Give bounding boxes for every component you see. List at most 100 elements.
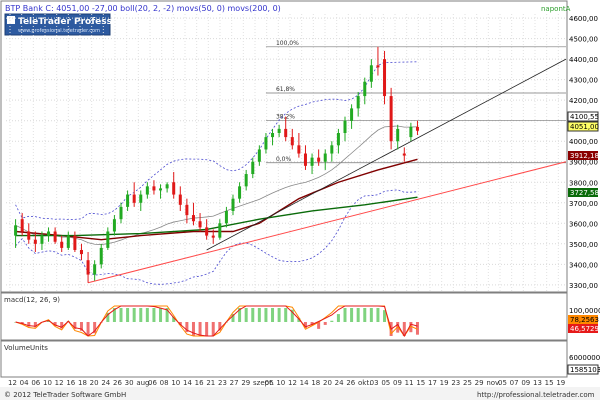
x-tick-label: 21: [206, 379, 215, 387]
candle-body: [106, 231, 110, 248]
x-tick-label: 29: [475, 379, 484, 387]
candle-body: [126, 194, 130, 207]
candle-body: [409, 126, 413, 138]
macd-histogram-bar: [363, 308, 367, 322]
candle-body: [389, 96, 393, 142]
candle-body: [205, 227, 209, 236]
x-tick-label: 03: [370, 379, 379, 387]
x-tick-label: 09: [521, 379, 530, 387]
candle-body: [99, 247, 103, 265]
y-tick-label: 3400,00: [569, 261, 598, 269]
x-tick-label: 10: [276, 379, 285, 387]
x-tick-label: 26: [113, 379, 122, 387]
macd-histogram-bar: [356, 308, 360, 322]
x-tick-label: 30: [125, 379, 134, 387]
candle-body: [218, 223, 222, 238]
macd-histogram-bar: [119, 308, 123, 322]
candle-body: [297, 145, 301, 154]
svg-text:TeleTrader Professional: TeleTrader Professional: [18, 17, 137, 27]
x-tick-label: 19: [556, 379, 565, 387]
candle-body: [159, 188, 163, 191]
x-tick-label: 04: [20, 379, 29, 387]
x-tick-label: 16: [195, 379, 204, 387]
x-tick-label: 06: [31, 379, 40, 387]
candle-body: [33, 239, 37, 244]
x-tick-label: 13: [533, 379, 542, 387]
y-tick-label: 4300,00: [569, 77, 598, 85]
candle-body: [224, 210, 228, 224]
macd-histogram-bar: [257, 308, 261, 322]
candle-body: [47, 231, 51, 236]
macd-histogram-bar: [159, 308, 163, 322]
macd-histogram-bar: [343, 308, 347, 322]
y-tick-label: 3700,00: [569, 200, 598, 208]
candle-body: [132, 194, 136, 203]
x-tick-label: 12: [8, 379, 17, 387]
y-tick-label: 4500,00: [569, 36, 598, 44]
x-tick-label: 19: [440, 379, 449, 387]
footer-url: http://professional.teletrader.com: [477, 391, 595, 399]
macd-histogram-bar: [198, 322, 202, 336]
x-tick-label: 15: [416, 379, 425, 387]
candle-body: [415, 126, 419, 131]
macd-histogram-bar: [86, 322, 90, 336]
macd-histogram-bar: [336, 314, 340, 322]
candle-body: [363, 81, 367, 97]
volume-last: 1585103: [570, 366, 600, 374]
x-tick-label: 15: [545, 379, 554, 387]
x-tick-label: 18: [78, 379, 87, 387]
y-tick-label: 3500,00: [569, 241, 598, 249]
candle-body: [310, 157, 314, 166]
candle-body: [264, 137, 268, 150]
fib-label: 0,0%: [276, 156, 292, 163]
candle-body: [53, 231, 57, 242]
candle-body: [93, 264, 97, 275]
candle-body: [323, 153, 327, 162]
macd-histogram-bar: [205, 322, 209, 336]
candle-body: [139, 194, 143, 203]
x-tick-label: 12: [55, 379, 64, 387]
x-tick-label: 10: [171, 379, 180, 387]
candle-body: [376, 65, 380, 68]
candle-body: [27, 231, 31, 240]
ma200-tag: 3727,58: [570, 189, 599, 197]
x-tick-label: 26: [346, 379, 355, 387]
macd-histogram-bar: [264, 308, 268, 322]
candle-body: [244, 174, 248, 187]
candle-body: [152, 186, 156, 191]
candle-body: [165, 184, 169, 189]
x-tick-label: 17: [428, 379, 437, 387]
candle-body: [257, 149, 261, 162]
x-tick-label: 23: [451, 379, 460, 387]
candle-body: [317, 157, 321, 162]
x-tick-label: 20: [90, 379, 99, 387]
candle-body: [198, 221, 202, 228]
x-tick-label: 07: [510, 379, 519, 387]
fib-label: 61,8%: [276, 86, 295, 93]
macd-histogram-bar: [330, 320, 334, 322]
candle-body: [86, 260, 90, 275]
candle-body: [185, 204, 189, 216]
x-tick-label: 12: [288, 379, 297, 387]
svg-text:www.professional.teletrader.co: www.professional.teletrader.com: [18, 28, 100, 34]
x-tick-label: 16: [66, 379, 75, 387]
x-tick-label: 11: [405, 379, 414, 387]
candle-body: [20, 219, 24, 232]
candle-body: [356, 96, 360, 109]
last-price-box: 4100,55: [570, 113, 599, 121]
ma50-tag: 3912,18: [570, 152, 599, 160]
fib-label: 100,0%: [276, 40, 299, 47]
candle-body: [251, 161, 255, 175]
candle-body: [73, 235, 77, 250]
x-tick-label: 14: [183, 379, 192, 387]
x-tick-label: 27: [230, 379, 239, 387]
macd-histogram-bar: [139, 308, 143, 322]
macd-histogram-bar: [132, 308, 136, 322]
candle-body: [277, 128, 281, 134]
candle-body: [191, 215, 195, 222]
x-tick-label: 23: [218, 379, 227, 387]
macd-histogram-bar: [277, 308, 281, 322]
macd-value-1: 78,2563: [570, 316, 599, 324]
x-tick-label: 08: [160, 379, 169, 387]
macd-title: macd(12, 26, 9): [4, 296, 60, 304]
